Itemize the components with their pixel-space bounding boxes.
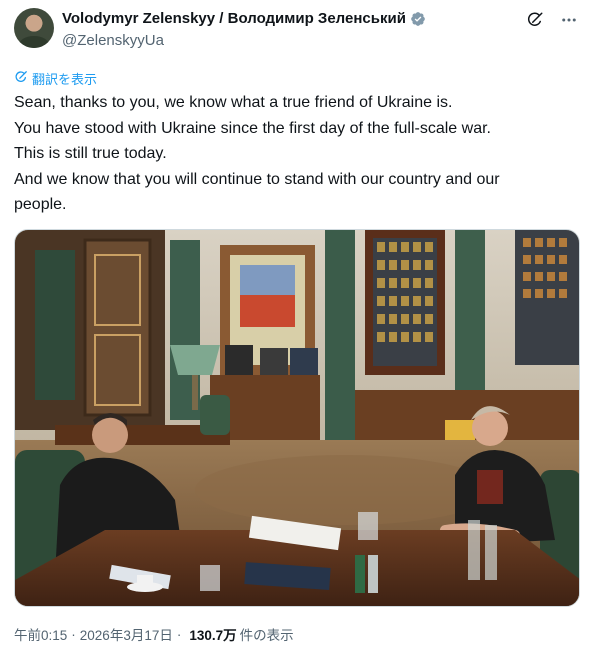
author-display-name[interactable]: Volodymyr Zelenskyy / Володимир Зеленськ… <box>62 10 406 27</box>
tweet-meta: 午前0:15 · 2026年3月17日 · 130.7万 件の表示 <box>14 624 294 644</box>
photo-scene <box>15 230 579 606</box>
verified-badge-icon[interactable] <box>410 11 426 27</box>
translate-label: 翻訳を表示 <box>32 72 98 87</box>
grok-icon[interactable] <box>525 10 545 30</box>
meta-separator: · <box>176 626 182 642</box>
tweet-line: This is still true today. <box>14 145 167 162</box>
tweet-line: And we know that you will continue to st… <box>14 170 500 188</box>
tweet-text: Sean, thanks to you, we know what a true… <box>14 90 579 218</box>
user-avatar[interactable] <box>14 8 54 48</box>
translate-icon <box>14 70 28 87</box>
views-count: 130.7万 <box>189 628 237 643</box>
tweet-line: You have stood with Ukraine since the fi… <box>14 119 491 137</box>
author-name-row: Volodymyr Zelenskyy / Володимир Зеленськ… <box>62 10 426 27</box>
tweet-time[interactable]: 午前0:15 <box>14 624 67 644</box>
tweet-line: Sean, thanks to you, we know what a true… <box>14 94 453 111</box>
tweet-date[interactable]: 2026年3月17日 <box>80 624 173 644</box>
meta-separator: · <box>71 626 76 642</box>
tweet-line: people. <box>14 196 67 213</box>
author-handle[interactable]: @ZelenskyyUa <box>62 32 164 49</box>
views-label: 件の表示 <box>239 628 294 643</box>
translate-link[interactable]: 翻訳を表示 <box>14 69 97 88</box>
more-options-icon[interactable] <box>559 10 579 30</box>
tweet-photo[interactable] <box>14 229 580 607</box>
top-actions <box>525 10 579 30</box>
